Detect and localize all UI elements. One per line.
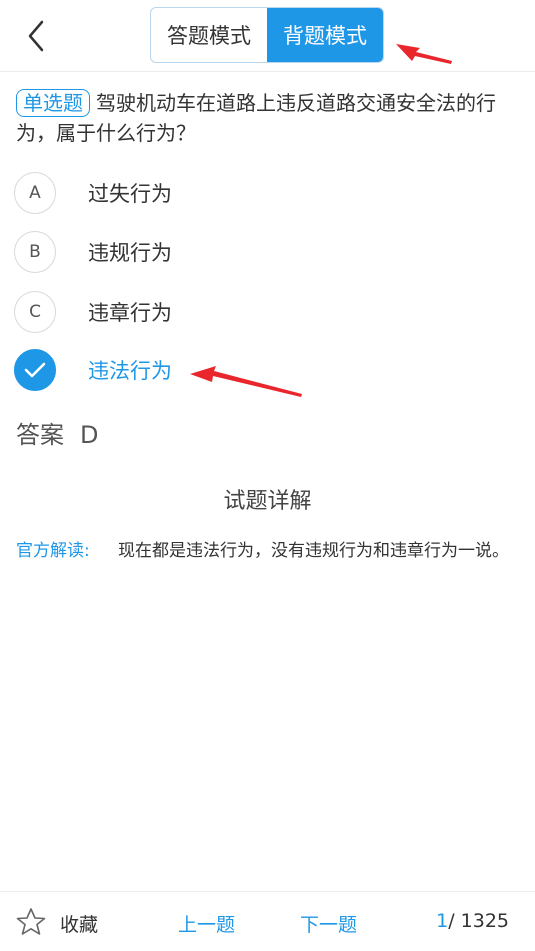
- question: 单选题 驾驶机动车在道路上违反道路交通安全法的行为，属于什么行为？: [16, 88, 524, 148]
- option-text: 违法行为: [88, 359, 172, 383]
- top-bar: 答题模式 背题模式: [0, 0, 535, 72]
- question-type-badge: 单选题: [16, 89, 90, 117]
- option-letter: C: [14, 291, 56, 333]
- option-c[interactable]: C 违章行为: [14, 290, 514, 334]
- option-text: 过失行为: [88, 182, 172, 206]
- next-question-button[interactable]: 下一题: [300, 910, 357, 937]
- total-pages: / 1325: [448, 910, 509, 932]
- option-d[interactable]: 违法行为: [14, 348, 514, 392]
- official-explanation: 官方解读: 现在都是违法行为，没有违规行为和违章行为一说。: [16, 538, 524, 564]
- option-text: 违规行为: [88, 241, 172, 265]
- page-indicator[interactable]: 1/ 1325: [436, 910, 509, 932]
- favorite-button[interactable]: 收藏: [60, 910, 98, 937]
- option-text: 违章行为: [88, 301, 172, 325]
- current-page: 1: [436, 910, 449, 932]
- bottom-bar: 收藏 上一题 下一题 1/ 1325: [0, 891, 535, 951]
- tab-review-mode[interactable]: 背题模式: [267, 8, 383, 62]
- option-letter: B: [14, 231, 56, 273]
- tab-answer-mode[interactable]: 答题模式: [151, 8, 267, 62]
- answer-label: 答案: [16, 421, 64, 449]
- option-letter: A: [14, 172, 56, 214]
- answer-value: D: [80, 421, 99, 449]
- chevron-left-icon[interactable]: [22, 18, 54, 54]
- option-a[interactable]: A 过失行为: [14, 171, 514, 215]
- prev-question-button[interactable]: 上一题: [178, 910, 235, 937]
- official-label: 官方解读:: [16, 541, 90, 561]
- option-b[interactable]: B 违规行为: [14, 230, 514, 274]
- star-outline-icon[interactable]: [15, 906, 47, 938]
- mode-toggle: 答题模式 背题模式: [150, 7, 384, 63]
- checkmark-icon: [14, 349, 56, 391]
- detail-title: 试题详解: [223, 489, 312, 514]
- official-text: 现在都是违法行为，没有违规行为和违章行为一说。: [118, 541, 509, 561]
- answer: 答案 D: [16, 415, 98, 450]
